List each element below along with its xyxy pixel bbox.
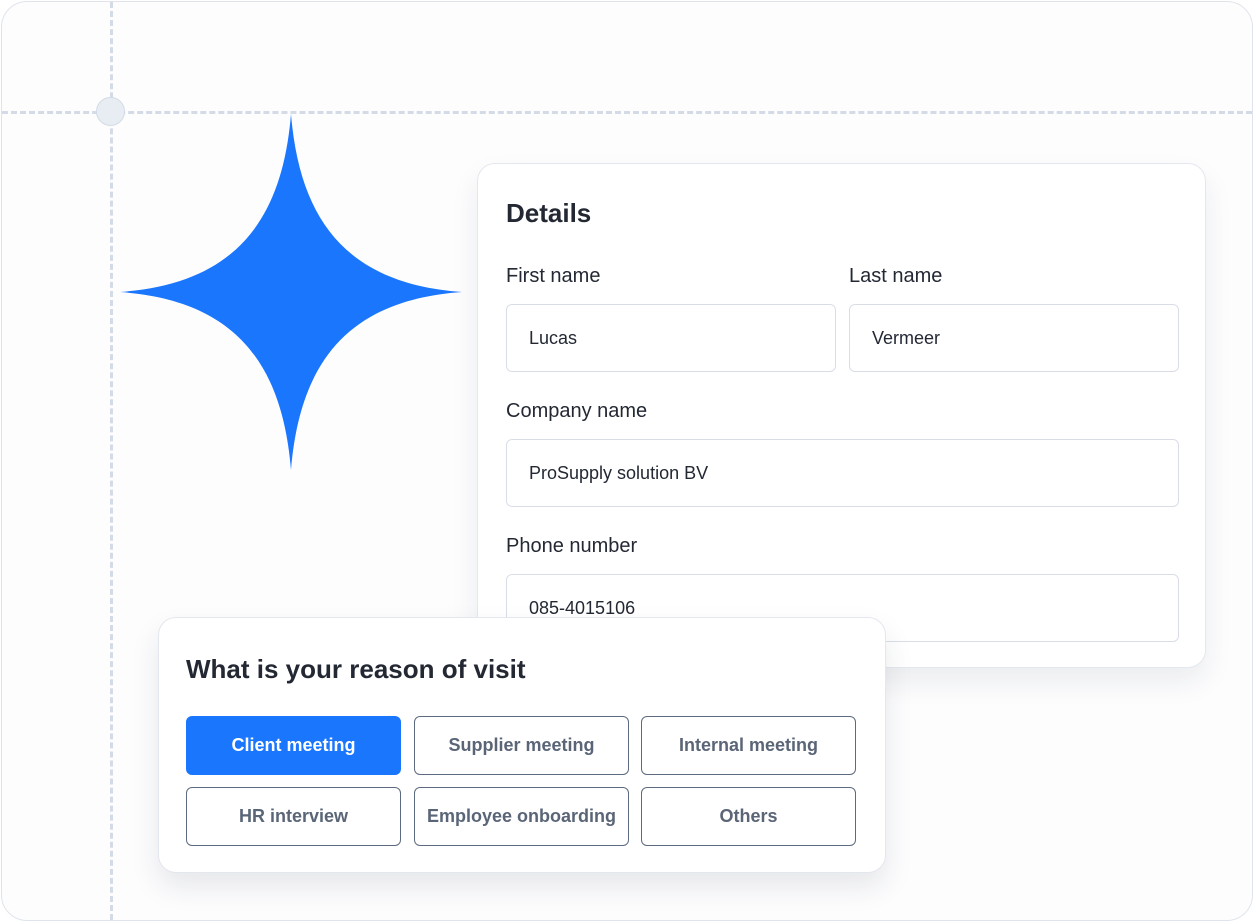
company-name-field[interactable] — [506, 439, 1179, 507]
details-card: Details First name Last name Company nam… — [477, 163, 1206, 668]
option-client-meeting[interactable]: Client meeting — [186, 716, 401, 775]
reason-of-visit-title: What is your reason of visit — [186, 654, 526, 684]
option-supplier-meeting[interactable]: Supplier meeting — [414, 716, 629, 775]
option-internal-meeting[interactable]: Internal meeting — [641, 716, 856, 775]
company-name-label: Company name — [506, 400, 648, 422]
details-title: Details — [506, 198, 592, 228]
first-name-label: First name — [506, 265, 601, 287]
option-employee-onboarding[interactable]: Employee onboarding — [414, 787, 629, 846]
phone-number-label: Phone number — [506, 535, 638, 557]
option-others[interactable]: Others — [641, 787, 856, 846]
last-name-field[interactable] — [849, 304, 1179, 372]
vertical-guide-line — [110, 2, 113, 920]
first-name-field[interactable] — [506, 304, 836, 372]
sparkle-icon — [120, 114, 462, 470]
reason-of-visit-card: What is your reason of visit Client meet… — [158, 617, 886, 873]
option-hr-interview[interactable]: HR interview — [186, 787, 401, 846]
last-name-label: Last name — [849, 265, 943, 287]
